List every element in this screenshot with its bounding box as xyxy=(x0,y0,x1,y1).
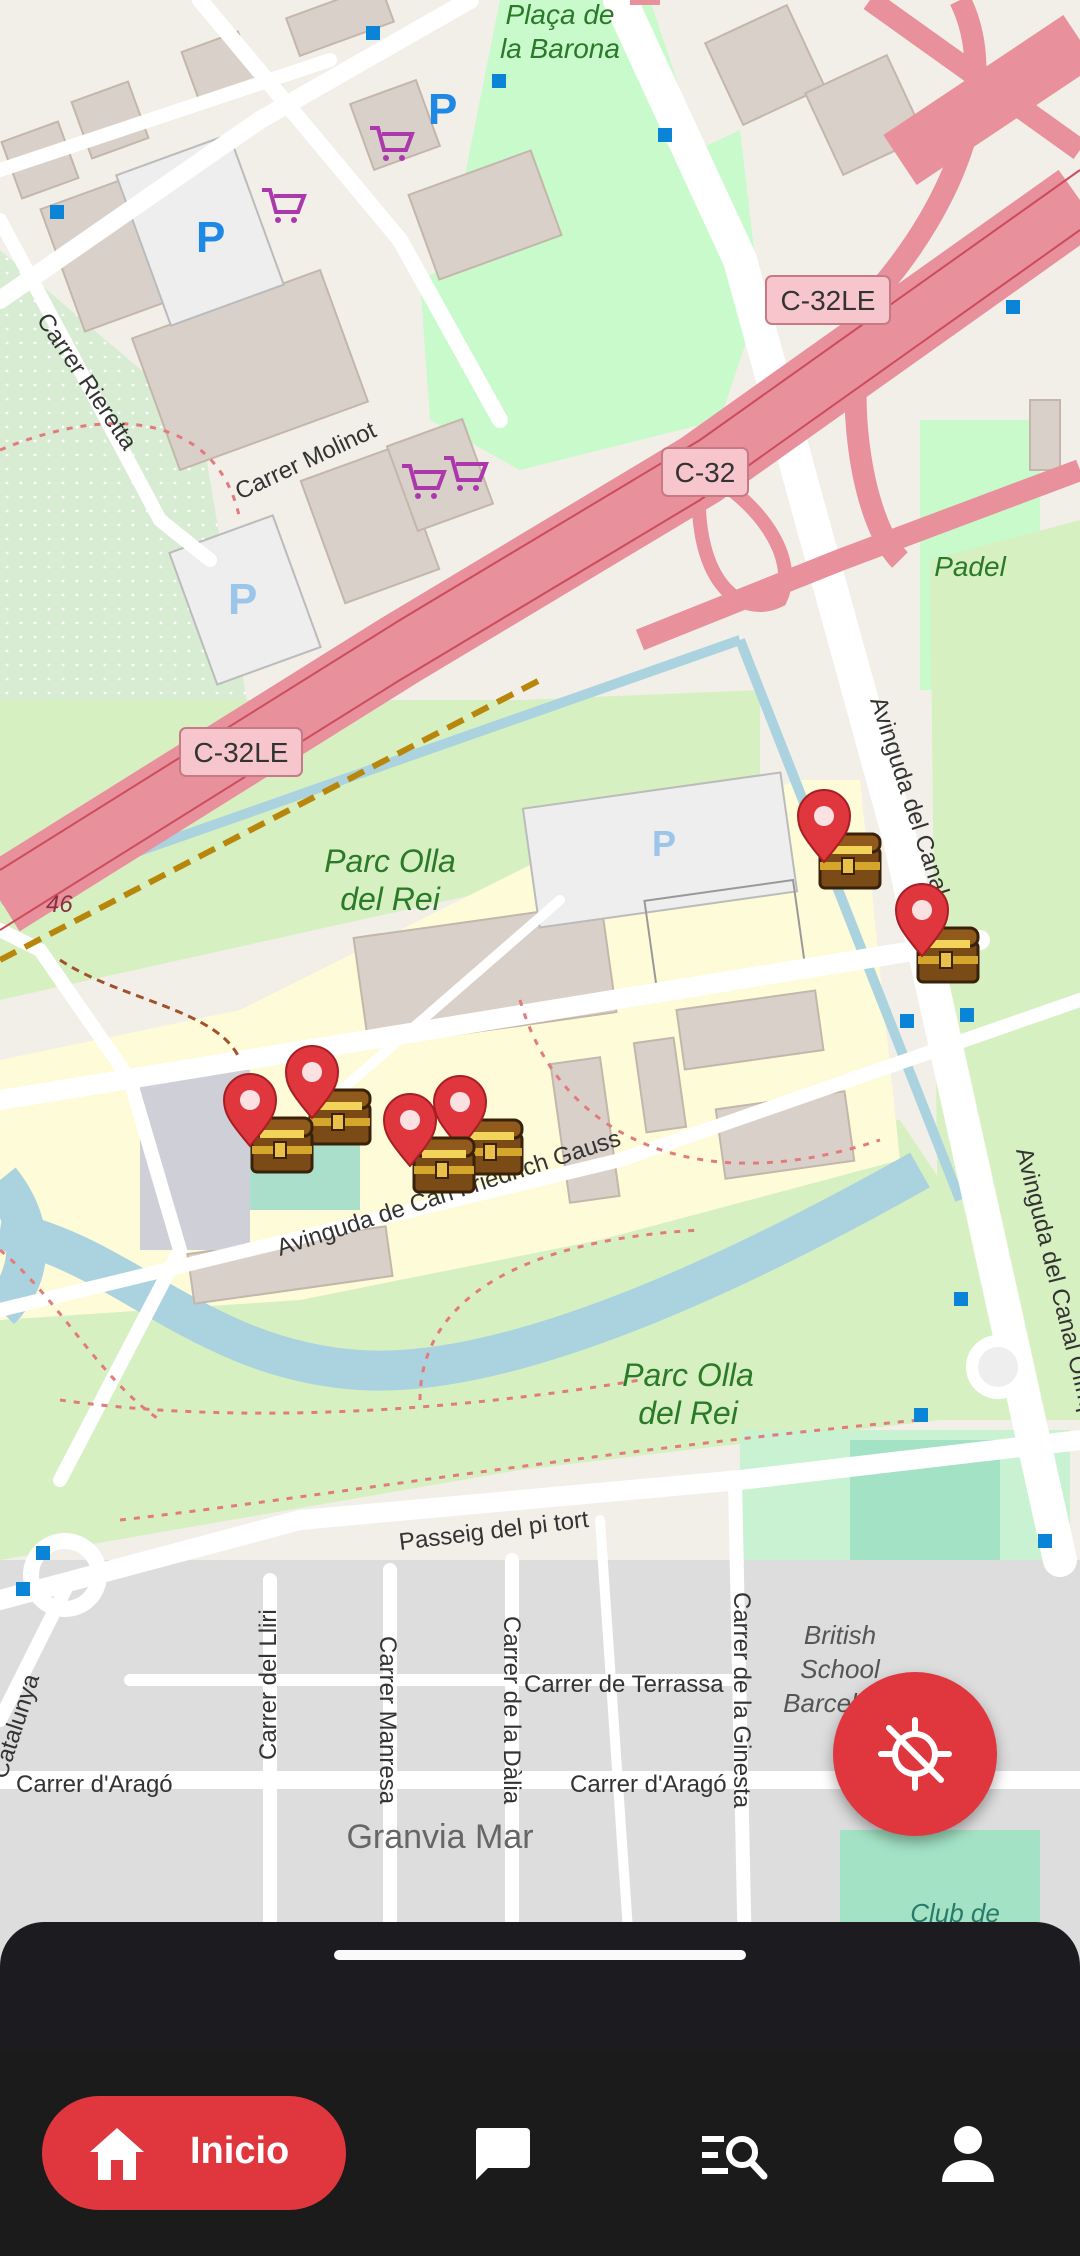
place-label: Granvia Mar xyxy=(346,1818,533,1856)
place-label: la Barona xyxy=(500,33,620,64)
search-list-icon xyxy=(702,2136,768,2180)
street-label: Carrer d'Aragó xyxy=(16,1771,173,1798)
location-disabled-icon xyxy=(878,1717,952,1791)
road-shield-c32le-left: C-32LE xyxy=(194,737,289,768)
chat-icon xyxy=(475,2128,530,2180)
person-icon xyxy=(942,2126,994,2182)
nav-chat-button[interactable] xyxy=(470,2122,534,2186)
place-label: Parc Olla xyxy=(622,1357,754,1393)
place-label: British xyxy=(804,1620,876,1650)
road-ref-46: 46 xyxy=(46,891,73,918)
street-label: Carrer de Terrassa xyxy=(524,1671,724,1698)
place-label: School xyxy=(800,1654,881,1684)
street-label: Carrer de la Ginesta xyxy=(728,1592,755,1809)
road-shield-c32: C-32 xyxy=(675,457,736,488)
street-label: Carrer del Lliri xyxy=(255,1609,282,1760)
sheet-drag-handle[interactable] xyxy=(334,1950,746,1960)
nav-search-button[interactable] xyxy=(700,2122,768,2186)
nav-profile-button[interactable] xyxy=(936,2122,1000,2186)
nav-home-label: Inicio xyxy=(190,2130,290,2172)
place-label: Parc Olla xyxy=(324,843,456,879)
map-view[interactable]: C-32LE C-32 C-32LE 46 P P P P Plaça de l… xyxy=(0,0,1080,1960)
place-label: Padel xyxy=(934,551,1006,582)
parking-icon: P xyxy=(196,213,225,262)
parking-icon: P xyxy=(228,575,257,624)
place-label: Plaça de xyxy=(506,0,615,30)
street-label: Carrer d'Aragó xyxy=(570,1771,727,1798)
parking-icon: P xyxy=(652,823,676,864)
nav-home-button[interactable]: Inicio xyxy=(42,2096,346,2210)
parking-icon: P xyxy=(428,85,457,134)
location-toggle-button[interactable] xyxy=(833,1672,997,1836)
street-label: Carrer Manresa xyxy=(374,1636,401,1805)
place-label: del Rei xyxy=(340,881,441,917)
street-label: Carrer de la Dàlia xyxy=(498,1616,525,1805)
home-icon xyxy=(90,2128,144,2180)
place-label: del Rei xyxy=(638,1395,739,1431)
road-shield-c32le-top: C-32LE xyxy=(781,285,876,316)
